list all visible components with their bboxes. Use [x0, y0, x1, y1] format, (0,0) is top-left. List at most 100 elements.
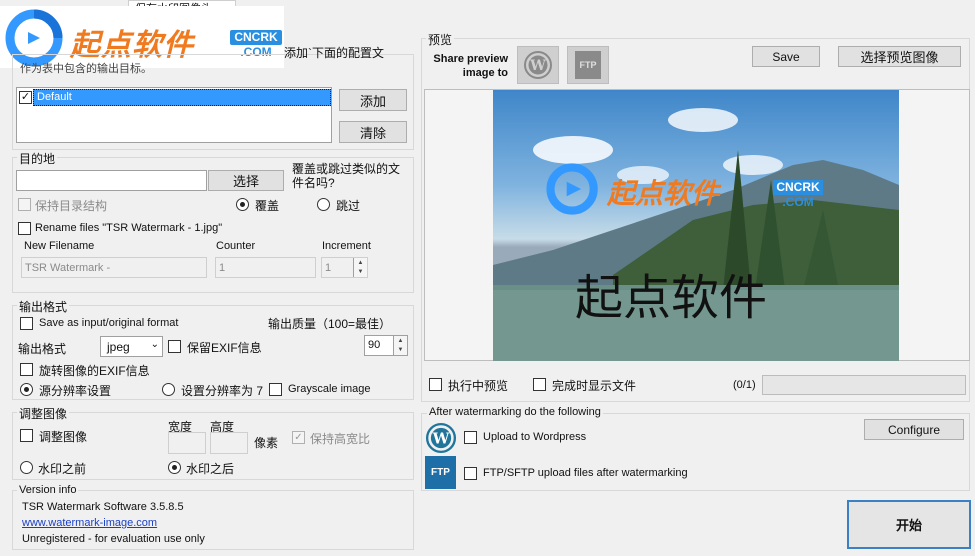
grayscale-checkbox[interactable]	[269, 383, 282, 396]
watermark-text: 起点软件	[575, 270, 768, 326]
chevron-down-icon: ⌄	[150, 339, 159, 350]
targets-list[interactable]: ✓ Default	[16, 87, 332, 143]
version-title: Version info	[17, 484, 79, 496]
quality-down-icon[interactable]: ▼	[394, 346, 407, 356]
set-resolution-radio[interactable]	[162, 383, 175, 396]
keep-exif-label: 保留EXIF信息	[187, 341, 262, 355]
source-resolution-radio[interactable]	[20, 383, 33, 396]
resize-label: 调整图像	[39, 430, 88, 444]
keep-ratio-label: 保持高宽比	[310, 432, 371, 446]
ftp-upload-icon-text: FTP	[431, 467, 450, 478]
before-watermark-label: 水印之前	[38, 462, 87, 476]
save-as-input-label: Save as input/original format	[39, 317, 179, 329]
set-resolution-label: 设置分辨率为 7	[181, 384, 264, 398]
upload-wordpress-checkbox[interactable]	[464, 431, 477, 444]
clear-targets-button[interactable]: 清除	[339, 121, 407, 143]
after-watermark-label: 水印之后	[186, 462, 235, 476]
preview-image-area: 起点软件 CNCRK .COM 起点软件	[424, 89, 970, 361]
svg-text:W: W	[432, 429, 450, 447]
add-target-button[interactable]: 添加	[339, 89, 407, 111]
height-input[interactable]	[210, 432, 248, 454]
rotate-exif-checkbox[interactable]	[20, 363, 33, 376]
watermark-badge-bottom: .COM	[782, 195, 814, 209]
list-item-default[interactable]	[33, 89, 331, 106]
skip-label: 跳过	[336, 199, 361, 213]
format-select-value: jpeg	[107, 340, 130, 354]
destination-path-input[interactable]	[16, 170, 207, 191]
save-preview-button[interactable]: Save	[752, 46, 820, 67]
quality-up-icon[interactable]: ▲	[394, 336, 407, 346]
quality-value: 90	[368, 339, 381, 351]
overwrite-radio[interactable]	[236, 198, 249, 211]
watermark-logo-text: 起点软件	[607, 178, 720, 209]
rename-files-checkbox[interactable]	[18, 222, 31, 235]
keep-structure-label: 保持目录结构	[35, 199, 108, 213]
pixels-label: 像素	[254, 436, 279, 450]
wordpress-icon: W	[524, 51, 552, 79]
wordpress-upload-icon: W	[425, 422, 457, 454]
svg-text:W: W	[529, 58, 546, 74]
preview-running-label: 执行中预览	[448, 379, 509, 393]
version-line: TSR Watermark Software 3.5.8.5	[22, 501, 184, 513]
website-link[interactable]: www.watermark-image.com	[22, 517, 157, 529]
rotate-exif-label: 旋转图像的EXIF信息	[39, 364, 150, 378]
ftp-upload-icon: FTP	[425, 456, 456, 489]
after-watermark-radio[interactable]	[168, 461, 181, 474]
increment-stepper[interactable]: 1 ▲ ▼	[321, 257, 368, 278]
keep-ratio-checkbox[interactable]: ✓	[292, 431, 305, 444]
increment-value: 1	[325, 261, 332, 274]
choose-destination-button[interactable]: 选择	[208, 170, 284, 191]
targets-hint-left: 作为表中包含的输出目标。	[20, 63, 152, 75]
increment-header: Increment	[322, 240, 371, 252]
new-filename-input[interactable]: TSR Watermark -	[21, 257, 207, 278]
progress-count: (0/1)	[733, 379, 756, 391]
counter-input[interactable]: 1	[215, 257, 316, 278]
counter-header: Counter	[216, 240, 256, 252]
logo-badge-top: CNCRK	[230, 30, 282, 45]
show-when-done-label: 完成时显示文件	[552, 379, 637, 393]
share-wordpress-button[interactable]: W	[517, 46, 559, 84]
upload-wordpress-label: Upload to Wordpress	[483, 431, 587, 443]
quality-stepper[interactable]: 90 ▲ ▼	[364, 335, 408, 356]
registration-status: Unregistered - for evaluation use only	[22, 533, 205, 545]
keep-exif-checkbox[interactable]	[168, 340, 181, 353]
increment-down-icon[interactable]: ▼	[354, 268, 367, 278]
format-select[interactable]: jpeg ⌄	[100, 336, 163, 357]
quality-label: 输出质量（100=最佳）	[268, 317, 392, 331]
targets-hint-right: 添加`下面的配置文	[284, 46, 384, 60]
list-item-default-checkbox[interactable]: ✓	[19, 91, 32, 104]
rename-files-label: Rename files "TSR Watermark - 1.jpg"	[35, 222, 223, 234]
resize-checkbox[interactable]	[20, 429, 33, 442]
overwrite-question: 覆盖或跳过类似的文件名吗?	[292, 162, 401, 190]
list-item-default-label: Default	[37, 91, 72, 103]
preview-running-checkbox[interactable]	[429, 378, 442, 391]
configure-button[interactable]: Configure	[864, 419, 964, 440]
watermark-logo-overlay: 起点软件 CNCRK .COM	[545, 162, 835, 218]
start-button[interactable]: 开始	[847, 500, 971, 549]
watermark-swirl-icon	[546, 163, 598, 215]
preview-title: 预览	[426, 31, 455, 48]
keep-structure-checkbox[interactable]	[18, 198, 31, 211]
source-resolution-label: 源分辨率设置	[39, 384, 112, 398]
increment-up-icon[interactable]: ▲	[354, 258, 367, 268]
progress-bar	[762, 375, 966, 395]
choose-preview-image-button[interactable]: 选择预览图像	[838, 46, 961, 67]
show-when-done-checkbox[interactable]	[533, 378, 546, 391]
ftp-icon-text: FTP	[579, 60, 597, 70]
format-label: 输出格式	[18, 342, 67, 356]
resize-title: 调整图像	[17, 405, 70, 422]
before-watermark-radio[interactable]	[20, 461, 33, 474]
skip-radio[interactable]	[317, 198, 330, 211]
ftp-icon: FTP	[575, 51, 601, 79]
overwrite-label: 覆盖	[255, 199, 280, 213]
share-ftp-button[interactable]: FTP	[567, 46, 609, 84]
save-as-input-checkbox[interactable]	[20, 317, 33, 330]
destination-title: 目的地	[17, 150, 58, 167]
width-input[interactable]	[168, 432, 206, 454]
output-format-title: 输出格式	[17, 298, 70, 315]
ftp-upload-label: FTP/SFTP upload files after watermarking	[483, 467, 688, 479]
ftp-upload-checkbox[interactable]	[464, 467, 477, 480]
after-title: After watermarking do the following	[427, 406, 603, 418]
watermark-badge-top: CNCRK	[773, 180, 823, 195]
grayscale-label: Grayscale image	[288, 383, 371, 395]
